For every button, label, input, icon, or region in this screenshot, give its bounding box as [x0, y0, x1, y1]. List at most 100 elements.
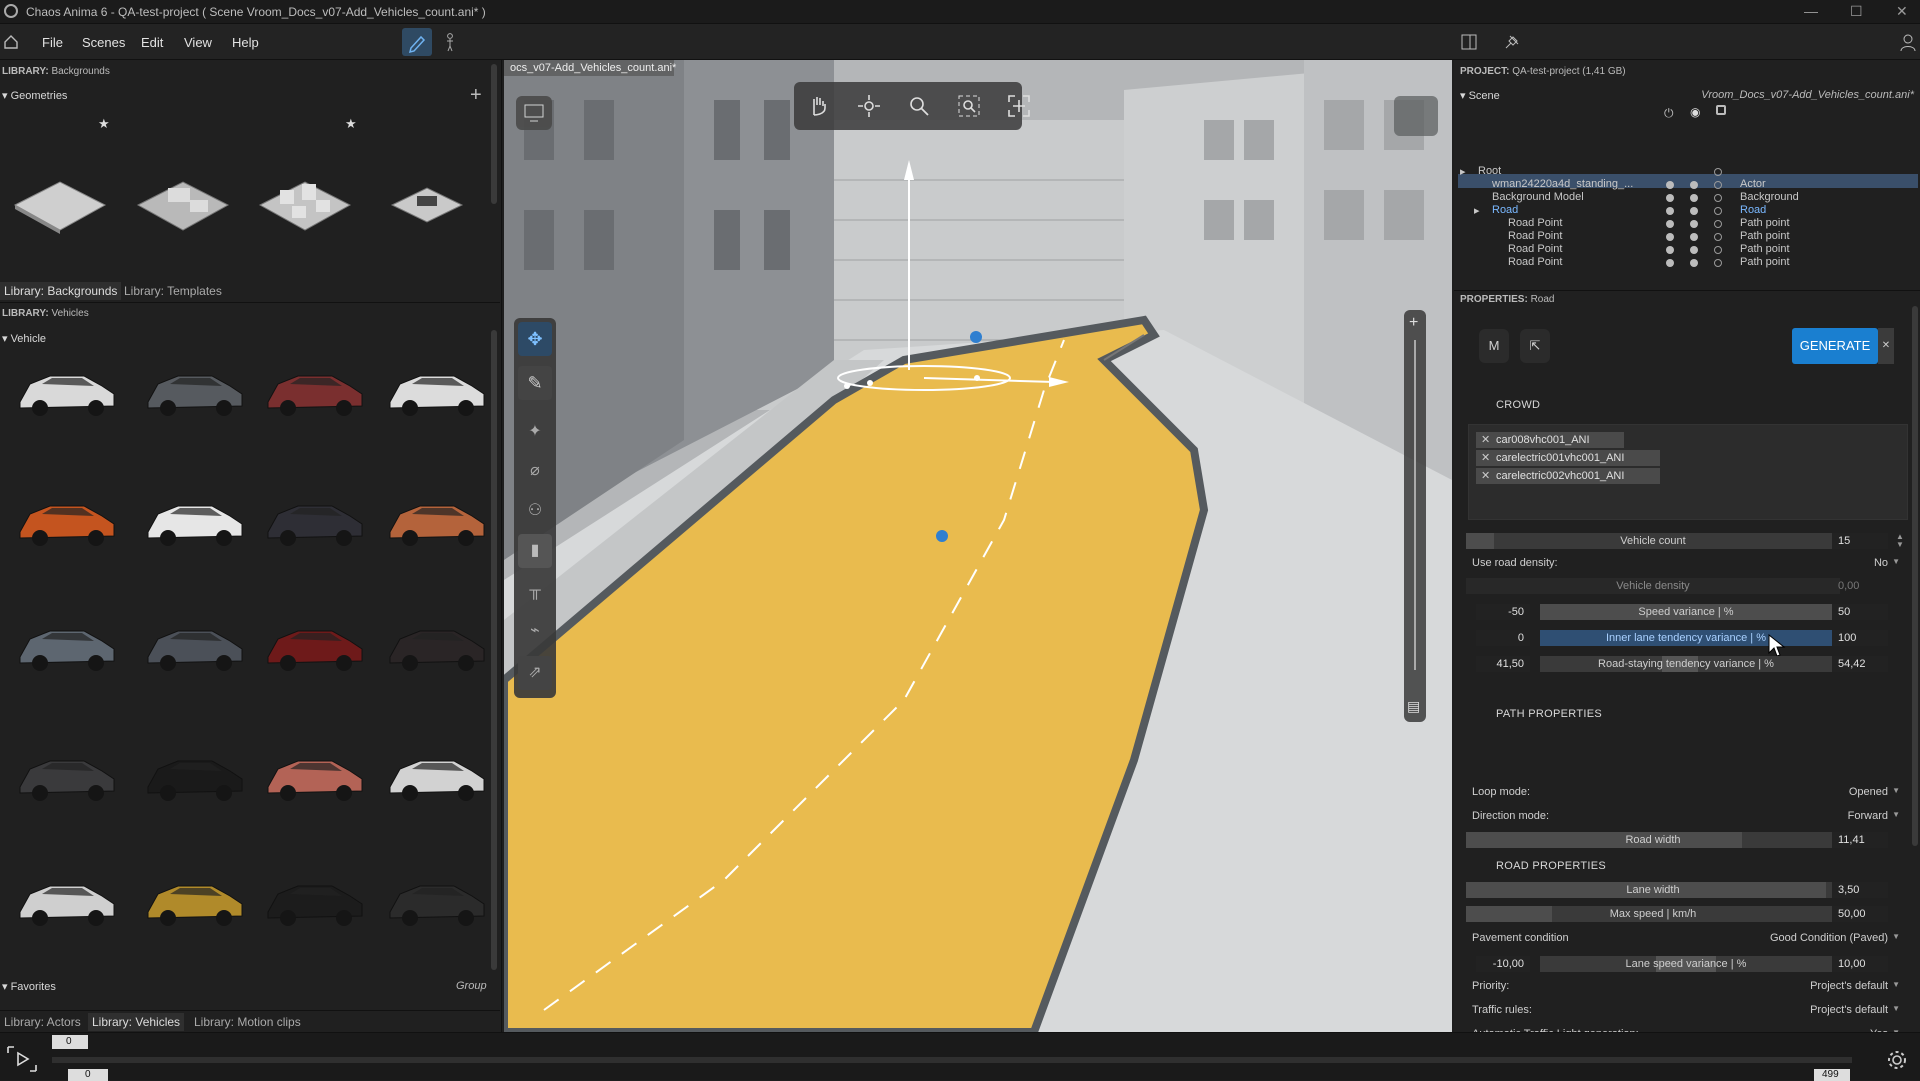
zoom-icon[interactable] [907, 94, 931, 118]
crowd-mode-manual-button[interactable]: M [1479, 329, 1509, 363]
vehicle-thumb[interactable] [12, 735, 122, 815]
lock-toggle[interactable] [1714, 181, 1722, 189]
toggle-dot[interactable] [1666, 194, 1674, 202]
edit-mode-button[interactable] [402, 28, 432, 56]
vehicle-count-slider[interactable]: Vehicle count [1466, 533, 1840, 549]
max-speed-slider[interactable]: Max speed | km/h [1466, 906, 1840, 922]
loop-mode-row[interactable]: Loop mode: Opened ▼ [1466, 782, 1904, 802]
pavement-condition-row[interactable]: Pavement condition Good Condition (Paved)… [1466, 928, 1904, 948]
vehicle-thumb[interactable] [382, 860, 492, 940]
group-label[interactable]: Group [456, 980, 487, 992]
geometry-thumb[interactable] [372, 150, 482, 260]
properties-scrollbar[interactable] [1912, 306, 1918, 846]
scene-tree-item[interactable]: Road Point [1508, 217, 1562, 229]
menu-view[interactable]: View [184, 35, 212, 50]
magic-wand-tool[interactable]: ✦ [518, 415, 552, 449]
vehicle-thumb[interactable] [260, 350, 370, 430]
toggle-dot[interactable] [1690, 194, 1698, 202]
lane-speed-slider[interactable]: Lane speed variance | % [1540, 956, 1832, 972]
minimize-button[interactable]: — [1804, 3, 1818, 19]
camera-view-button[interactable] [516, 96, 552, 130]
settings-gear-icon[interactable] [1886, 1049, 1908, 1071]
vehicle-thumb[interactable] [382, 480, 492, 560]
lock-toggle[interactable] [1714, 194, 1722, 202]
pin-icon[interactable] [1504, 34, 1520, 50]
remove-chip-icon[interactable]: ✕ [1481, 432, 1490, 448]
tab-library-templates[interactable]: Library: Templates [120, 282, 226, 300]
vehicle-thumb[interactable] [260, 735, 370, 815]
use-road-density-row[interactable]: Use road density: No ▼ [1466, 553, 1904, 573]
crowd-chip[interactable]: ✕ carelectric002vhc001_ANI [1476, 468, 1660, 484]
vehicle-thumb[interactable] [12, 350, 122, 430]
scene-section[interactable]: ▾ Scene [1460, 89, 1500, 102]
vehicle-thumb[interactable] [12, 480, 122, 560]
traffic-light-tool[interactable]: ▮ [518, 534, 552, 568]
crowd-chip[interactable]: ✕ carelectric001vhc001_ANI [1476, 450, 1660, 466]
speed-variance-slider[interactable]: Speed variance | % [1540, 604, 1832, 620]
scene-tree-item[interactable]: Road Point [1508, 256, 1562, 268]
favorites-section[interactable]: ▾ Favorites [2, 980, 56, 993]
zoom-in-icon[interactable]: + [1409, 314, 1418, 332]
tab-library-motion-clips[interactable]: Library: Motion clips [190, 1013, 305, 1031]
panel-layout-icon[interactable] [1461, 34, 1477, 50]
home-icon[interactable] [3, 34, 19, 50]
vehicle-thumb[interactable] [12, 605, 122, 685]
toggle-dot[interactable] [1666, 220, 1674, 228]
speed-variance-min[interactable]: -50 [1476, 604, 1530, 620]
expand-arrow-icon[interactable]: ▸ [1474, 204, 1480, 217]
toggle-dot[interactable] [1666, 246, 1674, 254]
render-settings-button[interactable] [1394, 96, 1438, 136]
expand-arrow-icon[interactable]: ▸ [1460, 165, 1466, 178]
tab-library-vehicles[interactable]: Library: Vehicles [88, 1013, 185, 1031]
add-icon[interactable]: + [470, 84, 482, 107]
scene-tree-item[interactable]: Background Model [1492, 191, 1584, 203]
lock-toggle[interactable] [1714, 168, 1722, 176]
lock-toggle[interactable] [1714, 246, 1722, 254]
maximize-button[interactable]: ☐ [1850, 3, 1863, 20]
crowd-mode-auto-button[interactable]: ⇱ [1520, 329, 1550, 363]
priority-row[interactable]: Priority: Project's default ▼ [1466, 976, 1904, 996]
road-width-value[interactable]: 11,41 [1832, 832, 1888, 848]
vehicle-thumb[interactable] [260, 605, 370, 685]
road-width-slider[interactable]: Road width [1466, 832, 1840, 848]
toggle-dot[interactable] [1666, 259, 1674, 267]
road-tool[interactable]: ⇗ [518, 656, 552, 690]
3d-viewport[interactable]: ocs_v07-Add_Vehicles_count.ani* ✥ ✎ ✦ ⌀ … [504, 60, 1452, 1032]
vehicle-thumb[interactable] [140, 605, 250, 685]
play-icon[interactable] [4, 1043, 40, 1075]
close-button[interactable]: ✕ [1896, 3, 1908, 20]
geometries-section[interactable]: ▾ Geometries [2, 89, 67, 102]
toggle-dot[interactable] [1690, 207, 1698, 215]
road-staying-min[interactable]: 41,50 [1476, 656, 1530, 672]
tab-library-actors[interactable]: Library: Actors [0, 1013, 85, 1031]
vehicle-thumb[interactable] [140, 480, 250, 560]
remove-chip-icon[interactable]: ✕ [1481, 468, 1490, 484]
toggle-dot[interactable] [1690, 233, 1698, 241]
vehicle-count-value[interactable]: 15 [1832, 533, 1888, 549]
fence-tool[interactable]: ╥ [518, 574, 552, 608]
lock-toggle[interactable] [1714, 259, 1722, 267]
direction-mode-row[interactable]: Direction mode: Forward ▼ [1466, 806, 1904, 826]
link-tool[interactable]: ⌀ [518, 454, 552, 488]
lock-toggle[interactable] [1714, 207, 1722, 215]
traffic-rules-row[interactable]: Traffic rules: Project's default ▼ [1466, 1000, 1904, 1020]
geometry-thumb[interactable] [250, 150, 360, 260]
menu-help[interactable]: Help [232, 35, 259, 50]
vehicle-thumb[interactable] [260, 860, 370, 940]
road-staying-max[interactable]: 54,42 [1832, 656, 1888, 672]
toggle-dot[interactable] [1690, 220, 1698, 228]
vehicle-section[interactable]: ▾ Vehicle [2, 332, 46, 345]
toggle-dot[interactable] [1690, 259, 1698, 267]
lane-width-value[interactable]: 3,50 [1832, 882, 1888, 898]
lock-icon[interactable] [1716, 105, 1726, 115]
inner-lane-slider[interactable]: Inner lane tendency variance | % [1540, 630, 1832, 646]
lock-toggle[interactable] [1714, 233, 1722, 241]
lane-width-slider[interactable]: Lane width [1466, 882, 1840, 898]
toggle-dot[interactable] [1690, 246, 1698, 254]
timeline-end-value[interactable]: 499 [1814, 1069, 1850, 1081]
vehicle-thumb[interactable] [140, 860, 250, 940]
vehicle-thumb[interactable] [140, 735, 250, 815]
tab-library-backgrounds[interactable]: Library: Backgrounds [0, 282, 122, 300]
vehicle-thumb[interactable] [260, 480, 370, 560]
geometry-thumb[interactable] [5, 150, 115, 260]
